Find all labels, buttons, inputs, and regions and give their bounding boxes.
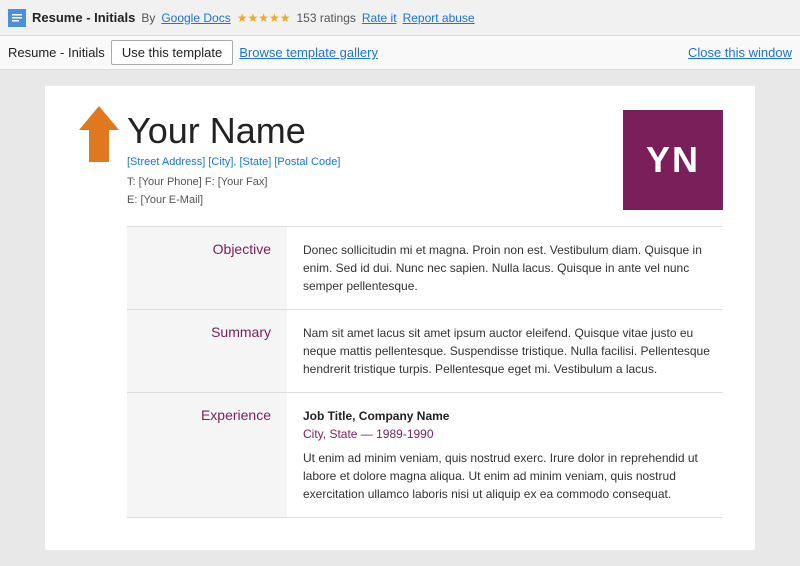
objective-content: Donec sollicitudin mi et magna. Proin no… <box>287 227 723 310</box>
resume-content: Your Name [Street Address] [City], [Stat… <box>77 110 723 518</box>
second-bar-left: Resume - Initials Use this template Brow… <box>8 40 378 65</box>
browse-template-link[interactable]: Browse template gallery <box>239 45 378 60</box>
stars: ★★★★★ <box>237 11 291 25</box>
top-bar: Resume - Initials By Google Docs ★★★★★ 1… <box>0 0 800 36</box>
doc-subtitle: Resume - Initials <box>8 45 105 60</box>
your-name: Your Name <box>127 110 340 152</box>
ratings-count: 153 ratings <box>297 11 356 25</box>
phone-line: T: [Your Phone] F: [Your Fax] <box>127 174 340 192</box>
objective-text: Donec sollicitudin mi et magna. Proin no… <box>303 243 702 293</box>
email-line: E: [Your E-Mail] <box>127 192 340 210</box>
second-bar: Resume - Initials Use this template Brow… <box>0 36 800 70</box>
resume-table: Objective Donec sollicitudin mi et magna… <box>127 226 723 518</box>
address-line: [Street Address] [City], [State] [Postal… <box>127 156 340 168</box>
job-description: Ut enim ad minim veniam, quis nostrud ex… <box>303 449 723 503</box>
job-title: Job Title, Company Name <box>303 407 723 425</box>
summary-label: Summary <box>127 310 287 393</box>
name-section: Your Name [Street Address] [City], [Stat… <box>127 110 723 210</box>
doc-title: Resume - Initials <box>32 10 135 25</box>
second-bar-right: Close this window <box>688 45 792 60</box>
title-section: Resume - Initials By Google Docs ★★★★★ 1… <box>32 10 792 25</box>
summary-content: Nam sit amet lacus sit amet ipsum auctor… <box>287 310 723 393</box>
objective-row: Objective Donec sollicitudin mi et magna… <box>127 227 723 310</box>
by-label: By <box>141 11 155 25</box>
doc-paper: Your Name [Street Address] [City], [Stat… <box>45 86 755 550</box>
report-abuse-link[interactable]: Report abuse <box>403 11 475 25</box>
preview-area: Your Name [Street Address] [City], [Stat… <box>0 70 800 566</box>
rate-it-link[interactable]: Rate it <box>362 11 397 25</box>
name-block: Your Name [Street Address] [City], [Stat… <box>127 110 340 209</box>
summary-text: Nam sit amet lacus sit amet ipsum auctor… <box>303 326 710 376</box>
experience-content: Job Title, Company Name City, State — 19… <box>287 393 723 518</box>
experience-row: Experience Job Title, Company Name City,… <box>127 393 723 518</box>
doc-icon <box>8 9 26 27</box>
use-template-button[interactable]: Use this template <box>111 40 233 65</box>
objective-label: Objective <box>127 227 287 310</box>
contact-lines: T: [Your Phone] F: [Your Fax] E: [Your E… <box>127 174 340 209</box>
initials-box: YN <box>623 110 723 210</box>
close-window-link[interactable]: Close this window <box>688 45 792 60</box>
city-state: City, State — 1989-1990 <box>303 425 723 443</box>
summary-row: Summary Nam sit amet lacus sit amet ipsu… <box>127 310 723 393</box>
experience-label: Experience <box>127 393 287 518</box>
google-docs-link[interactable]: Google Docs <box>161 11 230 25</box>
